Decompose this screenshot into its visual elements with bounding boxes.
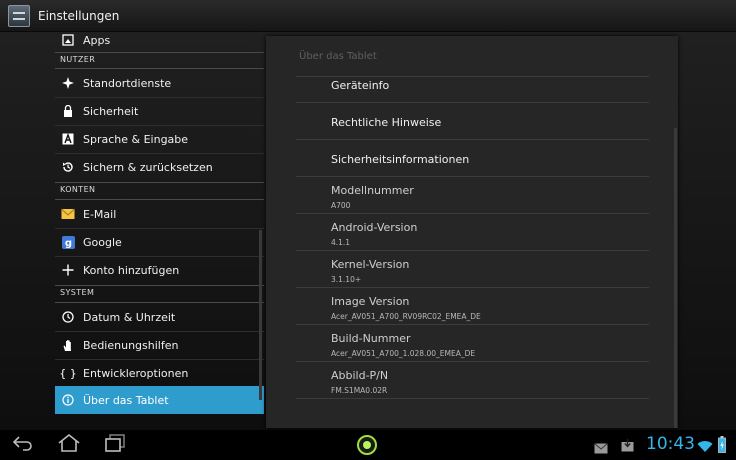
download-notification-icon[interactable] — [621, 437, 634, 456]
category-header-konten: KONTEN — [60, 185, 96, 194]
settings-item-datum-uhrzeit[interactable]: Datum & Uhrzeit — [55, 303, 264, 331]
backup-restore-icon — [59, 161, 77, 173]
settings-item-google[interactable]: g Google — [55, 228, 264, 256]
wifi-icon[interactable] — [697, 438, 713, 457]
detail-item-rechtliche-hinweise[interactable]: Rechtliche Hinweise — [331, 116, 441, 129]
settings-item-konto-hinzufuegen[interactable]: Konto hinzufügen — [55, 256, 264, 284]
detail-item-sicherheitsinformationen[interactable]: Sicherheitsinformationen — [331, 153, 469, 166]
settings-item-label: Über das Tablet — [83, 393, 169, 407]
settings-item-email[interactable]: E-Mail — [55, 200, 264, 228]
detail-item-title: Android-Version — [331, 221, 418, 234]
settings-item-label: Sicherheit — [83, 104, 139, 118]
detail-item-title: Geräteinfo — [331, 79, 390, 92]
settings-item-label: Apps — [83, 33, 111, 47]
detail-item-value: 3.1.10+ — [331, 275, 362, 284]
detail-item-abbild-pn: Abbild-P/N FM.S1MA0.02R — [331, 369, 388, 395]
settings-item-sicherheit[interactable]: Sicherheit — [55, 97, 264, 125]
battery-icon[interactable] — [718, 436, 726, 457]
detail-panel: Über das Tablet Geräteinfo Rechtliche Hi… — [266, 36, 678, 428]
detail-item-title: Sicherheitsinformationen — [331, 153, 470, 166]
clock-icon — [59, 311, 77, 323]
settings-item-label: Google — [83, 235, 122, 249]
detail-item-modellnummer: Modellnummer A700 — [331, 184, 414, 210]
settings-item-label: Entwickleroptionen — [83, 366, 189, 380]
back-icon — [12, 435, 34, 455]
panel-title: Über das Tablet — [299, 51, 377, 62]
settings-item-ueber-das-tablet[interactable]: Über das Tablet — [55, 386, 264, 414]
recent-apps-icon — [104, 434, 126, 456]
system-bar: 10:43 — [0, 430, 736, 460]
apps-icon — [59, 34, 77, 46]
detail-item-image-version: Image Version Acer_AV051_A700_RV09RC02_E… — [331, 295, 481, 321]
hand-icon — [59, 339, 77, 352]
info-icon — [59, 394, 77, 406]
settings-category-list: Apps NUTZER Standortdienste Sicherheit S… — [0, 32, 264, 430]
lock-icon — [59, 105, 77, 117]
settings-item-label: Sichern & zurücksetzen — [83, 160, 213, 174]
svg-text:g: g — [64, 238, 71, 249]
settings-item-label: Sprache & Eingabe — [83, 132, 189, 146]
settings-item-bedienungshilfen[interactable]: Bedienungshilfen — [55, 331, 264, 359]
settings-item-sprache-eingabe[interactable]: Sprache & Eingabe — [55, 125, 264, 153]
settings-item-label: Datum & Uhrzeit — [83, 310, 176, 324]
app-title: Einstellungen — [38, 8, 120, 23]
detail-item-geraeteinfo[interactable]: Geräteinfo — [331, 79, 389, 92]
settings-item-label: Bedienungshilfen — [83, 338, 179, 352]
clock[interactable]: 10:43 — [646, 434, 695, 454]
detail-item-title: Modellnummer — [331, 184, 414, 197]
recent-apps-button[interactable] — [98, 430, 132, 460]
google-icon: g — [59, 235, 77, 249]
location-icon — [59, 77, 77, 89]
detail-item-title: Abbild-P/N — [331, 369, 389, 382]
detail-item-value: Acer_AV051_A700_1.028.00_EMEA_DE — [331, 349, 476, 358]
keyboard-a-icon — [59, 133, 77, 145]
settings-item-label: Standortdienste — [83, 76, 172, 90]
detail-item-kernel-version: Kernel-Version 3.1.10+ — [331, 258, 409, 284]
email-icon — [59, 208, 77, 220]
settings-item-apps[interactable]: Apps — [55, 26, 264, 54]
settings-item-label: Konto hinzufügen — [83, 263, 180, 277]
detail-item-title: Image Version — [331, 295, 410, 308]
settings-item-entwickleroptionen[interactable]: { } Entwickleroptionen — [55, 359, 264, 387]
detail-scrollbar[interactable] — [674, 128, 677, 428]
detail-item-title: Rechtliche Hinweise — [331, 116, 442, 129]
settings-item-sichern-zuruecksetzen[interactable]: Sichern & zurücksetzen — [55, 153, 264, 181]
detail-item-value: FM.S1MA0.02R — [331, 386, 388, 395]
home-icon — [57, 433, 81, 456]
launcher-button[interactable] — [357, 435, 377, 455]
detail-item-title: Build-Nummer — [331, 332, 411, 345]
settings-item-standortdienste[interactable]: Standortdienste — [55, 69, 264, 97]
back-button[interactable] — [6, 430, 40, 460]
detail-item-build-nummer[interactable]: Build-Nummer Acer_AV051_A700_1.028.00_EM… — [331, 332, 475, 358]
settings-item-label: E-Mail — [83, 207, 117, 221]
detail-item-value: Acer_AV051_A700_RV09RC02_EMEA_DE — [331, 312, 481, 321]
detail-item-value: 4.1.1 — [331, 238, 351, 247]
home-button[interactable] — [52, 430, 86, 460]
detail-item-title: Kernel-Version — [331, 258, 410, 271]
detail-item-value: A700 — [331, 201, 351, 210]
left-scrollbar[interactable] — [259, 230, 262, 400]
category-header-system: SYSTEM — [60, 288, 95, 297]
plus-icon — [59, 264, 77, 276]
braces-icon: { } — [59, 366, 77, 380]
category-header-nutzer: NUTZER — [60, 55, 96, 64]
settings-main: Apps NUTZER Standortdienste Sicherheit S… — [0, 32, 736, 430]
email-notification-icon[interactable] — [594, 439, 608, 458]
detail-item-android-version[interactable]: Android-Version 4.1.1 — [331, 221, 417, 247]
settings-app-icon[interactable] — [8, 4, 30, 27]
